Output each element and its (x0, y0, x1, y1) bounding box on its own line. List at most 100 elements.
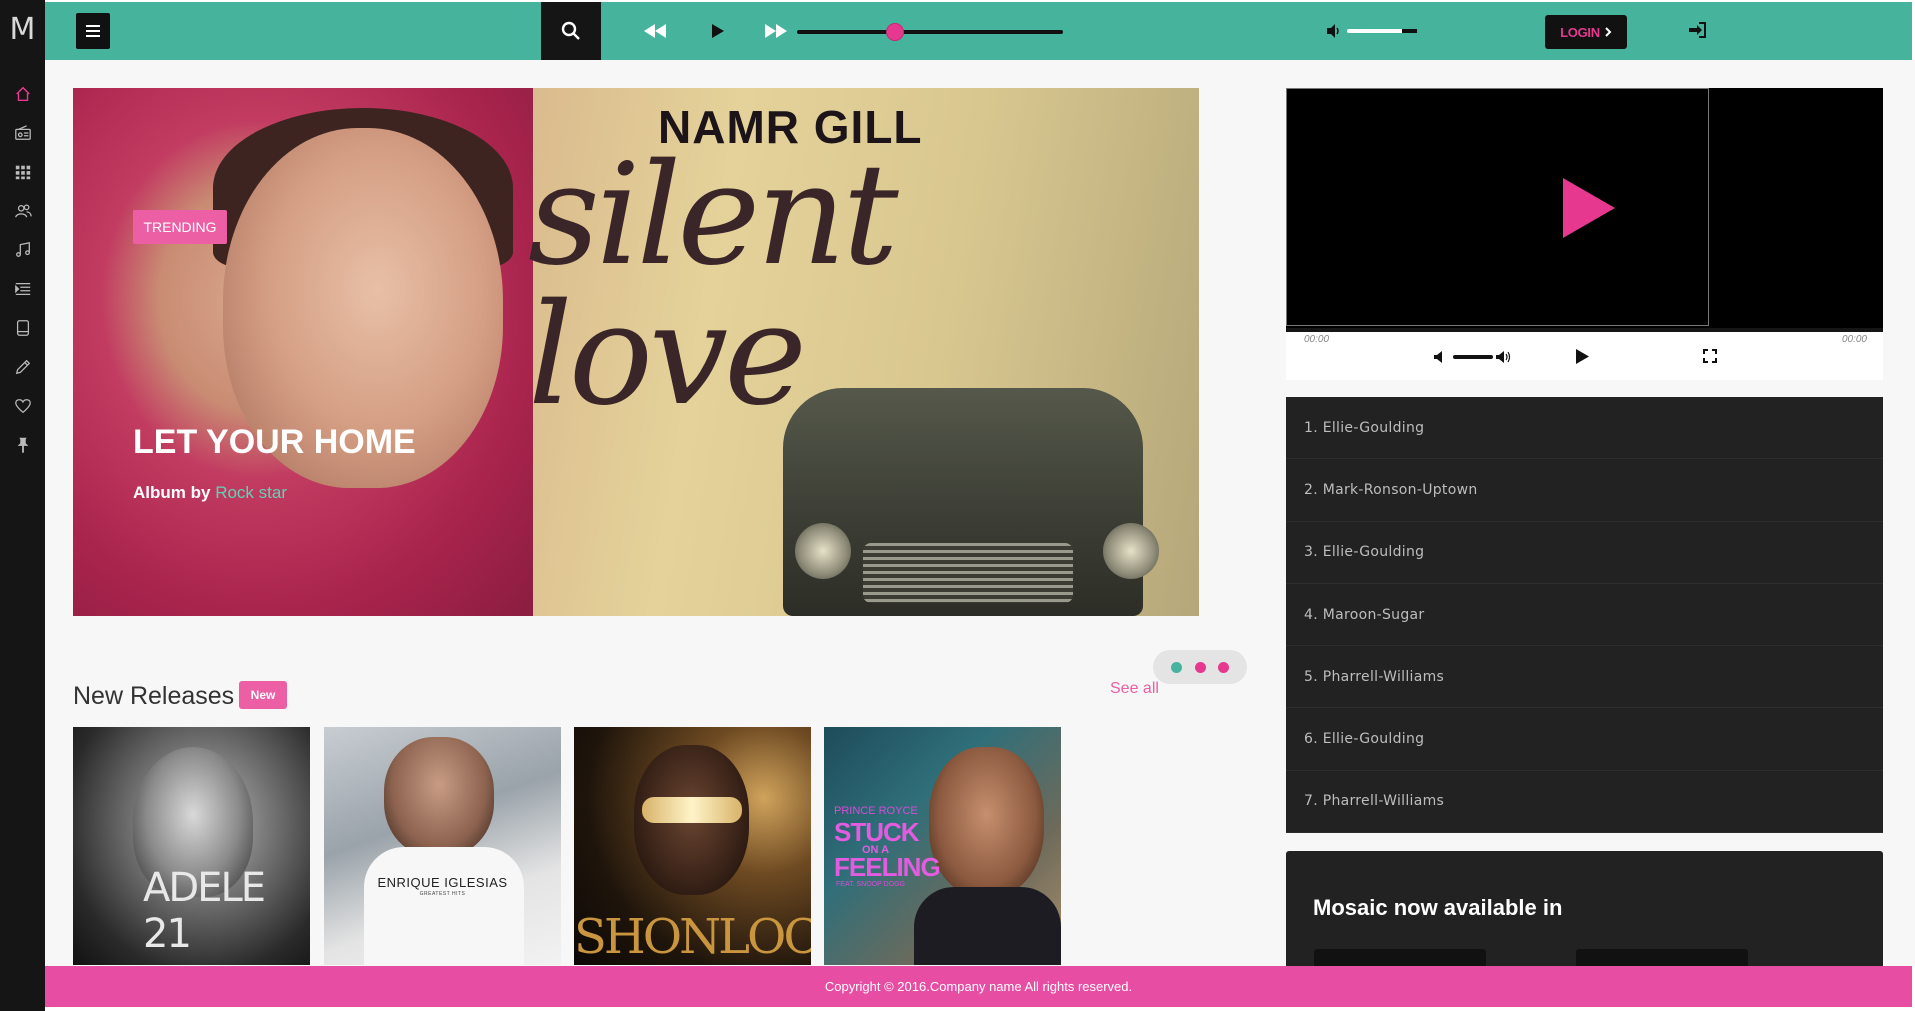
video-duration: 00:00 (1841, 334, 1867, 345)
sign-in-button[interactable] (1688, 21, 1708, 41)
see-all-link[interactable]: See all (1110, 680, 1159, 698)
hero-album-script: silent love (528, 134, 899, 437)
logo-letter: M (9, 11, 36, 47)
video-current-time: 00:00 (1304, 334, 1330, 345)
playlist: 1. Ellie-Goulding 2. Mark-Ronson-Uptown … (1286, 397, 1883, 834)
album-caption-title: FEELING (834, 852, 941, 882)
album-art-shirt (914, 887, 1061, 965)
sidebar-item-artists[interactable] (0, 192, 45, 230)
video-volume-slider[interactable] (1453, 355, 1493, 359)
sidebar-item-favorites[interactable] (0, 387, 45, 425)
footer: Copyright © 2016.Company name All rights… (45, 966, 1912, 1007)
sidebar-item-playlist[interactable] (0, 270, 45, 308)
album-caption-artist: PRINCE ROYCE (834, 805, 918, 817)
album-caption-feature: FEAT. SNOOP DOGG (836, 881, 905, 888)
playlist-item[interactable]: 5. Pharrell-Williams (1286, 646, 1883, 709)
album-card[interactable]: SHONLOCK (574, 727, 811, 965)
sidebar-item-tablet[interactable] (0, 309, 45, 347)
album-card[interactable]: PRINCE ROYCE STUCK ON A FEELING FEAT. SN… (824, 727, 1061, 965)
playlist-item[interactable]: 1. Ellie-Goulding (1286, 397, 1883, 460)
app-logo[interactable]: M (0, 0, 45, 58)
video-controls: 00:00 00:00 (1286, 328, 1883, 380)
fullscreen-icon (1703, 349, 1717, 363)
search-icon (561, 21, 580, 40)
carousel-dot[interactable] (1217, 661, 1229, 673)
album-subcaption: GREATEST HITS (419, 891, 466, 897)
home-icon (15, 86, 30, 102)
carousel-dot[interactable] (1194, 661, 1206, 673)
new-releases-title: New Releases (73, 682, 235, 710)
chevron-right-icon (1605, 27, 1612, 37)
album-caption: ADELE 21 (143, 865, 266, 957)
album-caption: ENRIQUE IGLESIAS (377, 875, 508, 890)
promo-title: Mosaic now available in (1313, 895, 1563, 920)
video-timeline[interactable] (1286, 328, 1883, 332)
album-caption: SHONLOCK (574, 909, 811, 965)
hamburger-icon (86, 25, 100, 37)
big-play-icon[interactable] (1563, 178, 1615, 238)
video-poster (1286, 88, 1709, 326)
album-card[interactable]: ENRIQUE IGLESIAS GREATEST HITS (324, 727, 561, 965)
player-progress-handle[interactable] (886, 23, 905, 41)
music-note-icon (15, 242, 30, 257)
pencil-icon (15, 359, 30, 375)
sidebar-item-pinned[interactable] (0, 426, 45, 464)
sidebar-item-home[interactable] (0, 75, 45, 113)
play-button[interactable] (703, 20, 733, 42)
volume-icon (1327, 24, 1339, 38)
main-content: NAMR GILL silent love TRENDING LET YOUR … (45, 60, 1915, 981)
player-progress-bar[interactable] (797, 23, 1063, 41)
album-art-portrait (929, 747, 1044, 897)
login-label: LOGIN (1560, 24, 1600, 40)
video-player[interactable] (1286, 88, 1883, 328)
pin-icon (17, 437, 28, 454)
hero-artwork-car-grille (863, 543, 1073, 603)
playlist-item[interactable]: 2. Mark-Ronson-Uptown (1286, 459, 1883, 522)
rewind-button[interactable] (640, 20, 670, 42)
album-card[interactable]: ADELE 21 (73, 727, 310, 965)
app-promo-panel: Mosaic now available in (1286, 851, 1883, 981)
video-play-button[interactable] (1576, 349, 1589, 369)
fast-forward-button[interactable] (761, 20, 791, 42)
login-button[interactable]: LOGIN (1545, 15, 1627, 49)
sidebar-item-radio[interactable] (0, 114, 45, 152)
carousel-pager (1153, 650, 1247, 684)
hero-subtitle-prefix: Album by (133, 483, 211, 502)
playlist-icon (14, 282, 30, 296)
search-button[interactable] (541, 2, 601, 60)
album-art-shirt (364, 847, 524, 965)
top-bar: LOGIN (45, 2, 1912, 60)
rewind-icon (644, 24, 666, 38)
play-icon (1576, 349, 1589, 364)
hero-title: LET YOUR HOME (133, 423, 416, 461)
volume-low-icon (1434, 351, 1442, 363)
hero-artist-link[interactable]: Rock star (215, 483, 287, 502)
video-volume-max-button[interactable] (1496, 350, 1512, 368)
copyright-text: Copyright © 2016.Company name All rights… (824, 979, 1133, 994)
playlist-item[interactable]: 3. Ellie-Goulding (1286, 522, 1883, 584)
volume-slider-remaining (1402, 29, 1417, 33)
grid-icon (15, 165, 30, 180)
sign-in-icon (1689, 22, 1706, 38)
playlist-item[interactable]: 7. Pharrell-Williams (1286, 771, 1883, 834)
hero-subtitle: Album by Rock star (133, 483, 287, 503)
hero-artwork-headlamp (1103, 523, 1159, 579)
fast-forward-icon (765, 24, 787, 38)
album-art-sunglasses (642, 797, 742, 823)
heart-icon (14, 399, 31, 414)
volume-button[interactable] (1325, 22, 1345, 40)
playlist-item[interactable]: 6. Ellie-Goulding (1286, 708, 1883, 771)
hero-banner[interactable]: NAMR GILL silent love TRENDING LET YOUR … (73, 88, 1199, 616)
video-mute-button[interactable] (1434, 350, 1444, 368)
sidebar-item-edit[interactable] (0, 348, 45, 386)
trending-badge[interactable]: TRENDING (133, 210, 227, 244)
menu-toggle-button[interactable] (76, 13, 110, 49)
sidebar-item-grid[interactable] (0, 153, 45, 191)
carousel-dot[interactable] (1171, 661, 1183, 673)
sidebar-item-music[interactable] (0, 231, 45, 269)
sidebar: M (0, 0, 45, 1011)
tablet-icon (16, 320, 29, 336)
play-icon (712, 24, 724, 38)
playlist-item[interactable]: 4. Maroon-Sugar (1286, 584, 1883, 647)
video-fullscreen-button[interactable] (1703, 349, 1717, 368)
